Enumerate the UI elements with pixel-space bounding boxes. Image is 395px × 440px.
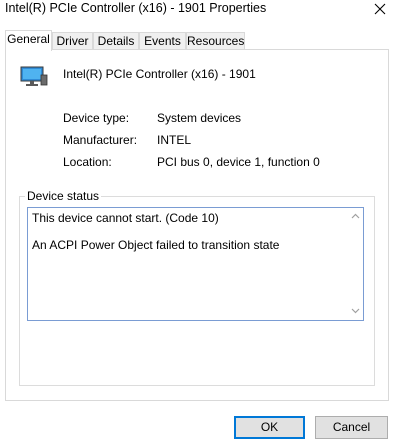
device-type-value: System devices [157,111,242,125]
close-icon [374,3,386,15]
title-bar: Intel(R) PCIe Controller (x16) - 1901 Pr… [0,0,395,22]
scroll-up-icon[interactable] [351,212,360,221]
close-button[interactable] [369,0,391,18]
tab-resources[interactable]: Resources [186,32,245,49]
device-name: Intel(R) PCIe Controller (x16) - 1901 [63,67,256,81]
manufacturer-value: INTEL [157,133,192,147]
ok-button[interactable]: OK [234,416,305,439]
window-title: Intel(R) PCIe Controller (x16) - 1901 Pr… [5,1,267,15]
location-value: PCI bus 0, device 1, function 0 [157,155,320,169]
device-status-textbox[interactable]: This device cannot start. (Code 10) An A… [27,207,364,321]
manufacturer-label: Manufacturer: [63,133,138,147]
tab-general[interactable]: General [5,30,52,51]
status-detail-line: An ACPI Power Object failed to transitio… [32,238,280,252]
location-label: Location: [63,155,112,169]
device-monitor-icon [19,65,49,89]
tab-driver[interactable]: Driver [52,32,93,49]
device-type-label: Device type: [63,111,130,125]
tab-events[interactable]: Events [139,32,186,49]
tab-details[interactable]: Details [93,32,139,49]
cancel-button[interactable]: Cancel [315,416,388,439]
scroll-down-icon[interactable] [351,306,360,315]
status-message-line: This device cannot start. (Code 10) [32,211,219,225]
vertical-scrollbar[interactable] [348,208,363,320]
device-status-label: Device status [25,189,102,203]
